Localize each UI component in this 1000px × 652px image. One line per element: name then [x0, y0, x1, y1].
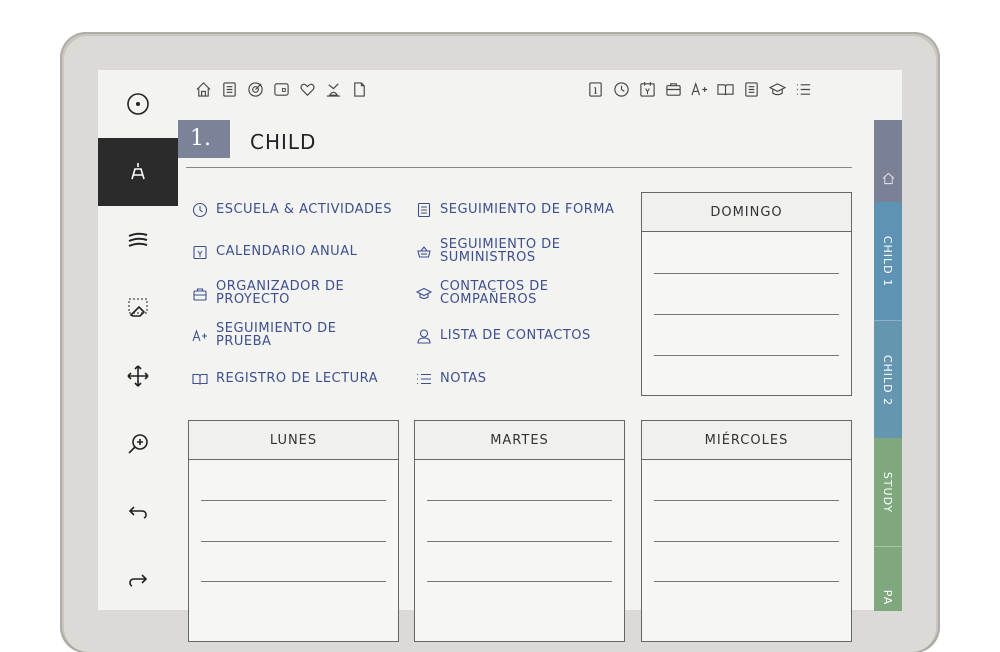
heart-icon[interactable] [298, 80, 316, 98]
day-label: MIÉRCOLES [642, 421, 851, 460]
left-toolbar [98, 70, 178, 610]
link-lista-contactos[interactable]: LISTA DE CONTACTOS [416, 329, 591, 344]
grade-icon[interactable] [690, 80, 708, 98]
writing-line [427, 500, 612, 501]
tab-home[interactable] [874, 120, 902, 202]
grade-icon [192, 329, 207, 342]
writing-line [201, 581, 386, 582]
clipboard-icon[interactable] [220, 80, 238, 98]
view-icon[interactable] [98, 70, 178, 138]
info-icon[interactable] [586, 80, 604, 98]
tab-child2[interactable]: CHILD 2 [874, 320, 902, 439]
link-calendario[interactable]: CALENDARIO ANUAL [192, 245, 357, 260]
link-label: ESCUELA & ACTIVIDADES [216, 202, 393, 217]
document-icon[interactable] [350, 80, 368, 98]
top-nav-right [586, 80, 812, 98]
link-label: CONTACTOS DE COMPAÑEROS [440, 279, 549, 307]
writing-line [427, 581, 612, 582]
day-box-sunday[interactable]: DOMINGO [641, 192, 852, 396]
page-number-badge: 1. [178, 120, 230, 158]
title-divider [186, 167, 852, 168]
day-box-wednesday[interactable]: MIÉRCOLES [641, 420, 852, 642]
link-label: LISTA DE CONTACTOS [440, 328, 591, 343]
writing-line [201, 541, 386, 542]
tab-label: STUDY [881, 471, 895, 513]
writing-line [654, 355, 839, 356]
book-icon [192, 373, 208, 385]
writing-line [654, 273, 839, 274]
link-registro-lectura[interactable]: REGISTRO DE LECTURA [192, 372, 378, 387]
list-icon[interactable] [794, 80, 812, 98]
planner-page: 1. CHILD ESCUELA & ACTIVIDADES SEGUIMIEN… [178, 70, 874, 642]
writing-line [654, 314, 839, 315]
list-icon [417, 373, 431, 385]
scale-icon[interactable] [324, 80, 342, 98]
day-label: MARTES [415, 421, 624, 460]
link-escuela[interactable]: ESCUELA & ACTIVIDADES [192, 202, 393, 218]
wallet-icon[interactable] [272, 80, 290, 98]
redo-icon[interactable] [98, 546, 178, 614]
clipboard-icon [417, 202, 431, 218]
link-label: NOTAS [440, 371, 487, 386]
calendar-icon[interactable] [638, 80, 656, 98]
link-prueba[interactable]: SEGUIMIENTO DE PRUEBA [192, 322, 336, 348]
day-box-monday[interactable]: LUNES [188, 420, 399, 642]
brush-icon[interactable] [98, 206, 178, 274]
clock-icon [192, 202, 208, 218]
writing-line [654, 541, 839, 542]
graduation-icon[interactable] [768, 80, 786, 98]
home-icon [882, 172, 894, 184]
link-notas[interactable]: NOTAS [416, 372, 487, 387]
day-label: DOMINGO [642, 193, 851, 232]
tab-label: PA [881, 589, 895, 605]
briefcase-icon[interactable] [664, 80, 682, 98]
person-icon [417, 329, 431, 344]
tab-child1[interactable]: CHILD 1 [874, 202, 902, 320]
link-label: SEGUIMIENTO DE FORMA [440, 202, 615, 217]
briefcase-icon [193, 288, 207, 301]
undo-icon[interactable] [98, 478, 178, 546]
move-icon[interactable] [98, 342, 178, 410]
writing-line [654, 581, 839, 582]
home-icon[interactable] [194, 80, 212, 98]
graduation-icon [416, 287, 432, 300]
basket-icon [417, 246, 431, 258]
writing-line [427, 541, 612, 542]
day-label: LUNES [189, 421, 398, 460]
link-companeros[interactable]: CONTACTOS DE COMPAÑEROS [416, 280, 549, 306]
pen-icon[interactable] [98, 138, 178, 206]
calendar-icon [193, 245, 207, 260]
notes-icon[interactable] [742, 80, 760, 98]
book-icon[interactable] [716, 80, 734, 98]
clock-icon[interactable] [612, 80, 630, 98]
link-label: REGISTRO DE LECTURA [216, 371, 378, 386]
link-label: SEGUIMIENTO DE PRUEBA [216, 321, 337, 349]
page-title: CHILD [250, 130, 317, 154]
top-nav-left [194, 80, 368, 98]
writing-line [201, 500, 386, 501]
link-organizador[interactable]: ORGANIZADOR DE PROYECTO [192, 280, 344, 306]
link-seguimiento-forma[interactable]: SEGUIMIENTO DE FORMA [416, 202, 615, 218]
link-label: ORGANIZADOR DE PROYECTO [216, 279, 345, 307]
tab-label: CHILD 1 [881, 235, 895, 287]
target-icon[interactable] [246, 80, 264, 98]
zoom-icon[interactable] [98, 410, 178, 478]
writing-line [654, 500, 839, 501]
day-box-tuesday[interactable]: MARTES [414, 420, 625, 642]
tab-pa[interactable]: PA [874, 546, 902, 611]
link-suministros[interactable]: SEGUIMIENTO DE SUMINISTROS [416, 238, 560, 264]
tab-study[interactable]: STUDY [874, 438, 902, 546]
tab-label: CHILD 2 [881, 354, 895, 406]
side-tabs: CHILD 1 CHILD 2 STUDY PA [874, 120, 902, 611]
link-label: CALENDARIO ANUAL [216, 244, 358, 259]
eraser-icon[interactable] [98, 274, 178, 342]
link-label: SEGUIMIENTO DE SUMINISTROS [440, 237, 561, 265]
